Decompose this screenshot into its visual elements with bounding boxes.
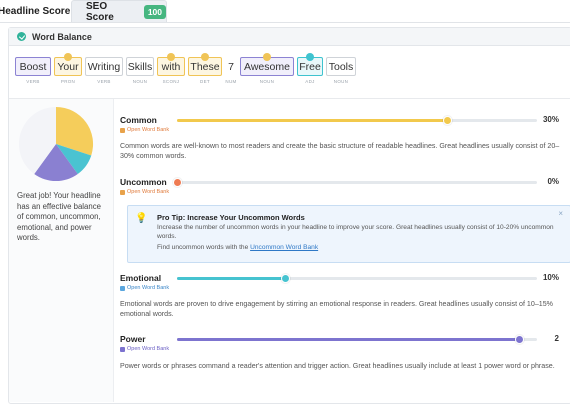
check-badge-icon	[64, 53, 72, 61]
book-icon	[120, 127, 125, 133]
emotional-label: Emotional	[120, 273, 162, 283]
lightbulb-icon: 💡	[135, 213, 148, 224]
word-text: Tools	[328, 60, 354, 73]
uncommon-percent: 0%	[547, 177, 559, 186]
word-chip[interactable]: Tools	[326, 57, 356, 76]
panel-title: Word Balance	[32, 31, 92, 42]
meter-fill	[177, 119, 447, 122]
common-word-bank-link[interactable]: Open Word Bank	[120, 127, 169, 133]
word-text: Your	[57, 60, 79, 73]
word-chip[interactable]: Free	[297, 53, 323, 76]
check-badge-icon	[263, 53, 271, 61]
check-badge-icon	[306, 53, 314, 61]
seo-score-badge: 100	[143, 4, 166, 19]
word-part-of-speech: NOUN	[259, 79, 275, 84]
common-description: Common words are well-known to most read…	[120, 142, 560, 160]
book-icon	[120, 285, 125, 291]
pro-tip-find: Find uncommon words with the Uncommon Wo…	[157, 244, 318, 251]
word-part-of-speech: ADJ	[305, 79, 315, 84]
word-bank-label: Open Word Bank	[127, 189, 170, 195]
meter-knob	[443, 116, 452, 125]
word-chip[interactable]: These	[188, 53, 222, 76]
tab-label: Headline Score	[0, 5, 71, 17]
meter-knob	[515, 335, 524, 344]
word-part-of-speech: VERB	[26, 79, 40, 84]
power-description: Power words or phrases command a reader'…	[120, 362, 555, 370]
word-part-of-speech: SCONJ	[162, 79, 180, 84]
word-balance-pie-chart	[18, 106, 94, 182]
common-meter	[177, 116, 537, 125]
power-word-bank-link[interactable]: Open Word Bank	[120, 346, 169, 352]
word-chip[interactable]: Boost	[15, 57, 51, 76]
word-chip[interactable]: Skills	[126, 57, 154, 76]
word-text: These	[190, 60, 220, 73]
pro-tip-text: Increase the number of uncommon words in…	[157, 224, 554, 240]
close-icon[interactable]: ×	[558, 209, 563, 218]
word-text: with	[161, 60, 181, 73]
word-bank-label: Open Word Bank	[127, 127, 170, 133]
uncommon-word-bank-link[interactable]: Open Word Bank	[120, 189, 169, 195]
pro-tip-title: Pro Tip: Increase Your Uncommon Words	[157, 213, 305, 222]
power-count: 2	[554, 334, 559, 343]
word-part-of-speech: NOUN	[132, 79, 148, 84]
word-text: Awesome	[244, 60, 290, 73]
power-label: Power	[120, 334, 146, 344]
emotional-description: Emotional words are proven to drive enga…	[120, 300, 553, 318]
word-text: Writing	[87, 60, 121, 73]
word-part-of-speech: DET	[200, 79, 210, 84]
meter-knob	[281, 274, 290, 283]
word-chip[interactable]: with	[157, 53, 185, 76]
tab-seo-score[interactable]: SEO Score 100	[71, 0, 167, 23]
book-icon	[120, 189, 125, 195]
check-badge-icon	[201, 53, 209, 61]
word-text: 7	[228, 60, 234, 73]
check-badge-icon	[167, 53, 175, 61]
score-tabs: Headline Score 88 SEO Score 100	[0, 0, 570, 23]
word-chip[interactable]: Writing	[85, 57, 123, 76]
word-part-of-speech: PRON	[60, 79, 76, 84]
word-text: Free	[299, 60, 321, 73]
word-chip[interactable]: Awesome	[240, 53, 294, 76]
word-text: Boost	[19, 60, 47, 73]
meter-fill	[177, 277, 285, 280]
emotional-word-bank-link[interactable]: Open Word Bank	[120, 285, 169, 291]
check-circle-icon	[17, 32, 26, 41]
common-percent: 30%	[542, 115, 559, 124]
word-part-of-speech: NUM	[225, 79, 237, 84]
common-label: Common	[120, 115, 157, 125]
summary-text: Great job! Your headline has an effectiv…	[17, 191, 101, 242]
meter-knob	[173, 178, 182, 187]
word-part-of-speech: VERB	[97, 79, 111, 84]
pro-tip-find-text: Find uncommon words with the	[157, 244, 251, 251]
power-meter	[177, 335, 537, 344]
balance-summary: Great job! Your headline has an effectiv…	[9, 99, 114, 402]
meter-fill	[177, 338, 519, 341]
pro-tip-box: 💡 Pro Tip: Increase Your Uncommon Words …	[127, 205, 570, 263]
word-chip[interactable]: Your	[54, 53, 82, 76]
uncommon-word-bank-link[interactable]: Uncommon Word Bank	[250, 244, 318, 251]
word-bank-label: Open Word Bank	[127, 346, 170, 352]
tab-label: SEO Score	[86, 0, 114, 23]
emotional-meter	[177, 274, 537, 283]
uncommon-label: Uncommon	[120, 177, 167, 187]
book-icon	[120, 346, 125, 352]
word-chip[interactable]: 7	[225, 57, 237, 76]
word-bank-label: Open Word Bank	[127, 285, 170, 291]
emotional-percent: 10%	[542, 273, 559, 282]
panel-header: Word Balance	[9, 28, 570, 46]
word-part-of-speech: NOUN	[333, 79, 349, 84]
word-balance-panel: Word Balance Boost VERB Your PRON Writing VER…	[8, 27, 570, 404]
word-text: Skills	[127, 60, 153, 73]
uncommon-meter	[173, 178, 537, 187]
